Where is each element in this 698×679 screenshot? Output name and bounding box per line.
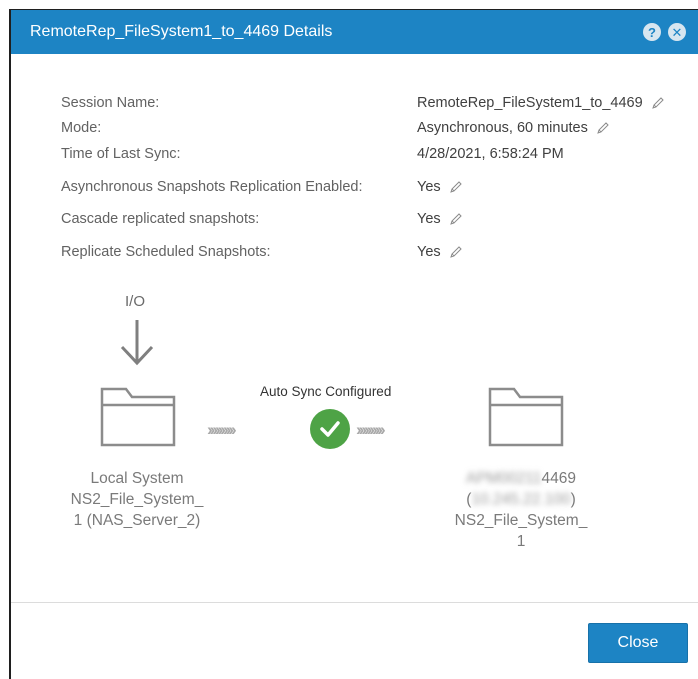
- async-snapshots-value: Yes: [417, 179, 441, 195]
- property-label: Cascade replicated snapshots:: [61, 211, 260, 227]
- mode-value: Asynchronous, 60 minutes: [417, 120, 588, 136]
- footer-divider: [11, 602, 698, 603]
- remote-ip: (10.245.22.100): [441, 489, 601, 510]
- property-label: Replicate Scheduled Snapshots:: [61, 244, 271, 260]
- pencil-icon[interactable]: [449, 245, 463, 259]
- pencil-icon[interactable]: [596, 121, 610, 135]
- help-icon[interactable]: ?: [643, 23, 661, 41]
- folder-icon: [100, 387, 176, 447]
- check-icon: [310, 409, 350, 449]
- close-icon[interactable]: ✕: [668, 23, 686, 41]
- remote-filesystem-name: NS2_File_System_: [454, 512, 588, 529]
- replication-details-dialog: RemoteRep_FileSystem1_to_4469 Details ? …: [9, 9, 698, 679]
- property-label: Asynchronous Snapshots Replication Enabl…: [61, 179, 363, 195]
- ip-close-paren: ): [570, 491, 576, 508]
- local-system-title: Local System: [90, 470, 184, 487]
- remote-name-suffix: 4469: [541, 470, 577, 487]
- pencil-icon[interactable]: [651, 96, 665, 110]
- redacted-text: 10.245.22.100: [471, 491, 571, 508]
- property-label: Time of Last Sync:: [61, 146, 181, 162]
- sync-status-label: Auto Sync Configured: [260, 384, 392, 399]
- property-label: Session Name:: [61, 95, 160, 111]
- property-label: Mode:: [61, 120, 102, 136]
- remote-system-name: APM002114469: [441, 468, 601, 489]
- replication-flow-chevrons: ››››››››››: [207, 420, 237, 439]
- property-value: Asynchronous, 60 minutes: [417, 120, 610, 136]
- io-label: I/O: [125, 293, 146, 310]
- replication-flow-chevrons: ››››››››››: [356, 420, 386, 439]
- folder-icon: [488, 387, 564, 447]
- session-name-value: RemoteRep_FileSystem1_to_4469: [417, 95, 643, 111]
- pencil-icon[interactable]: [449, 212, 463, 226]
- property-value: RemoteRep_FileSystem1_to_4469: [417, 95, 665, 111]
- scheduled-value: Yes: [417, 244, 441, 260]
- local-nas-server: 1 (NAS_Server_2): [73, 512, 201, 529]
- arrow-down-icon: [120, 320, 154, 366]
- close-button[interactable]: Close: [588, 623, 688, 663]
- property-value: 4/28/2021, 6:58:24 PM: [417, 146, 564, 162]
- redacted-text: APM00211: [465, 470, 542, 487]
- remote-filesystem-name-cont: 1: [516, 533, 526, 550]
- last-sync-value: 4/28/2021, 6:58:24 PM: [417, 146, 564, 162]
- remote-system-info: APM002114469 (10.245.22.100) NS2_File_Sy…: [441, 468, 601, 552]
- pencil-icon[interactable]: [449, 180, 463, 194]
- local-system-info: Local System NS2_File_System_ 1 (NAS_Ser…: [57, 468, 217, 531]
- property-value: Yes: [417, 211, 463, 227]
- property-value: Yes: [417, 179, 463, 195]
- local-filesystem-name: NS2_File_System_: [70, 491, 204, 508]
- property-value: Yes: [417, 244, 463, 260]
- dialog-titlebar: RemoteRep_FileSystem1_to_4469 Details ? …: [11, 10, 698, 54]
- dialog-title: RemoteRep_FileSystem1_to_4469 Details: [30, 23, 333, 40]
- cascade-value: Yes: [417, 211, 441, 227]
